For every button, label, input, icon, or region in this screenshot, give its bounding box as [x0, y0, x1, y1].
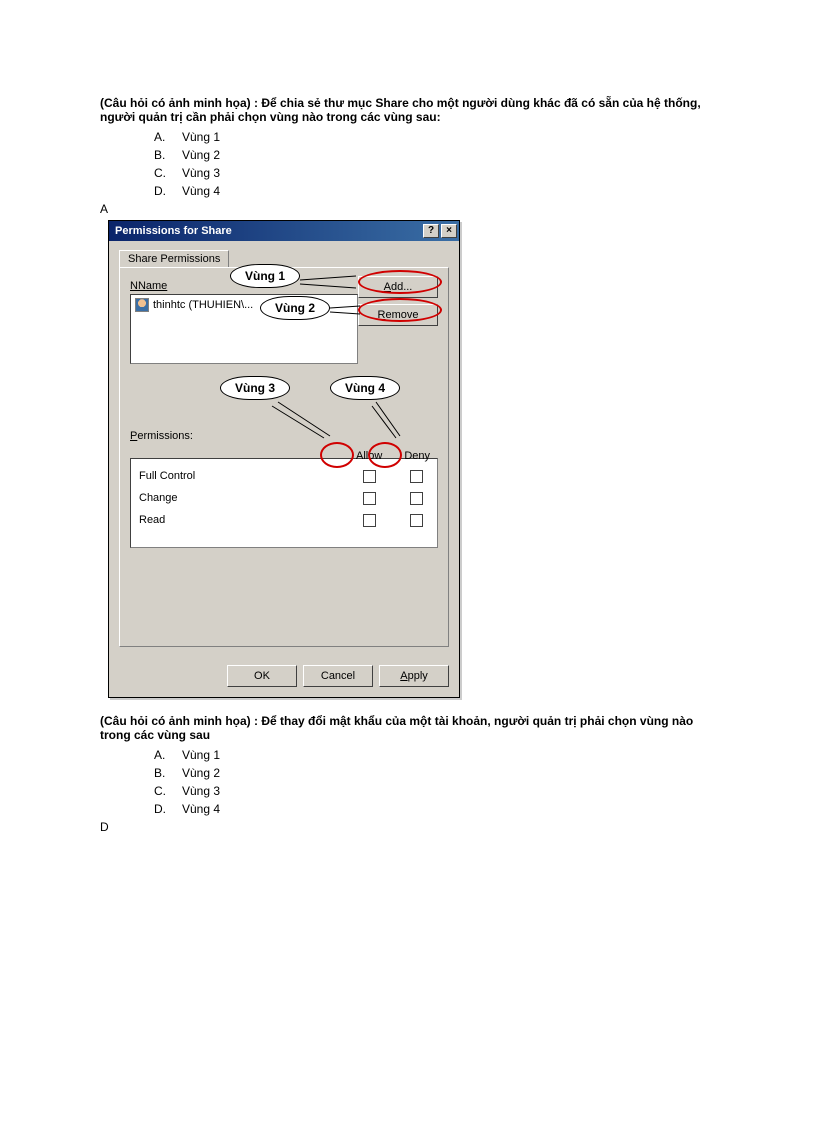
q2-answer: D [100, 820, 716, 834]
titlebar: Permissions for Share ? × [109, 221, 459, 241]
remove-button[interactable]: Remove [358, 304, 438, 326]
q2-opt-a-text: Vùng 1 [182, 746, 220, 764]
user-name: thinhtc (THUHIEN\... [153, 299, 253, 311]
deny-read-checkbox[interactable] [410, 514, 423, 527]
bubble-vung3: Vùng 3 [220, 376, 290, 400]
permissions-dialog: Permissions for Share ? × Share Permissi… [108, 220, 460, 698]
cancel-button[interactable]: Cancel [303, 665, 373, 687]
question-2: (Câu hỏi có ảnh minh họa) : Để thay đổi … [100, 714, 716, 742]
deny-full-control-checkbox[interactable] [410, 470, 423, 483]
bubble-vung4: Vùng 4 [330, 376, 400, 400]
q1-opt-b-label: B. [154, 146, 182, 164]
allow-change-checkbox[interactable] [363, 492, 376, 505]
bubble-vung1: Vùng 1 [230, 264, 300, 288]
tab-panel: NName thinhtc (THUHIEN\... Add... Remove… [119, 267, 449, 647]
name-label: NName [130, 280, 167, 292]
q1-answer: A [100, 202, 716, 216]
perm-row-full-control: Full Control [139, 465, 429, 487]
tab-share-permissions[interactable]: Share Permissions [119, 250, 229, 268]
bubble-vung2: Vùng 2 [260, 296, 330, 320]
permissions-box: Full Control Change [130, 458, 438, 548]
q2-options: A.Vùng 1 B.Vùng 2 C.Vùng 3 D.Vùng 4 [154, 746, 716, 818]
q2-opt-d-label: D. [154, 800, 182, 818]
q2-prefix: (Câu hỏi có ảnh minh họa) : [100, 714, 261, 728]
q1-opt-b-text: Vùng 2 [182, 146, 220, 164]
add-button[interactable]: Add... [358, 276, 438, 298]
q1-opt-c-text: Vùng 3 [182, 164, 220, 182]
deny-change-checkbox[interactable] [410, 492, 423, 505]
q1-opt-a-label: A. [154, 128, 182, 146]
q1-options: A.Vùng 1 B.Vùng 2 C.Vùng 3 D.Vùng 4 [154, 128, 716, 200]
dialog-footer: OK Cancel Apply [109, 657, 459, 697]
allow-header: Allow [356, 450, 382, 462]
apply-button[interactable]: Apply [379, 665, 449, 687]
perm-row-read: Read [139, 509, 429, 531]
q1-prefix: (Câu hỏi có ảnh minh họa) : [100, 96, 261, 110]
user-icon [135, 298, 149, 312]
q1-opt-c-label: C. [154, 164, 182, 182]
q1-opt-d-text: Vùng 4 [182, 182, 220, 200]
allow-full-control-checkbox[interactable] [363, 470, 376, 483]
ok-button[interactable]: OK [227, 665, 297, 687]
help-button[interactable]: ? [423, 224, 439, 238]
q2-opt-b-text: Vùng 2 [182, 764, 220, 782]
question-1: (Câu hỏi có ảnh minh họa) : Để chia sẻ t… [100, 96, 716, 124]
close-button[interactable]: × [441, 224, 457, 238]
q1-opt-a-text: Vùng 1 [182, 128, 220, 146]
perm-row-change: Change [139, 487, 429, 509]
q1-opt-d-label: D. [154, 182, 182, 200]
q2-opt-c-text: Vùng 3 [182, 782, 220, 800]
q2-opt-c-label: C. [154, 782, 182, 800]
allow-read-checkbox[interactable] [363, 514, 376, 527]
q2-opt-b-label: B. [154, 764, 182, 782]
deny-header: Deny [404, 450, 430, 462]
dialog-title: Permissions for Share [115, 225, 232, 237]
q2-opt-d-text: Vùng 4 [182, 800, 220, 818]
q2-opt-a-label: A. [154, 746, 182, 764]
